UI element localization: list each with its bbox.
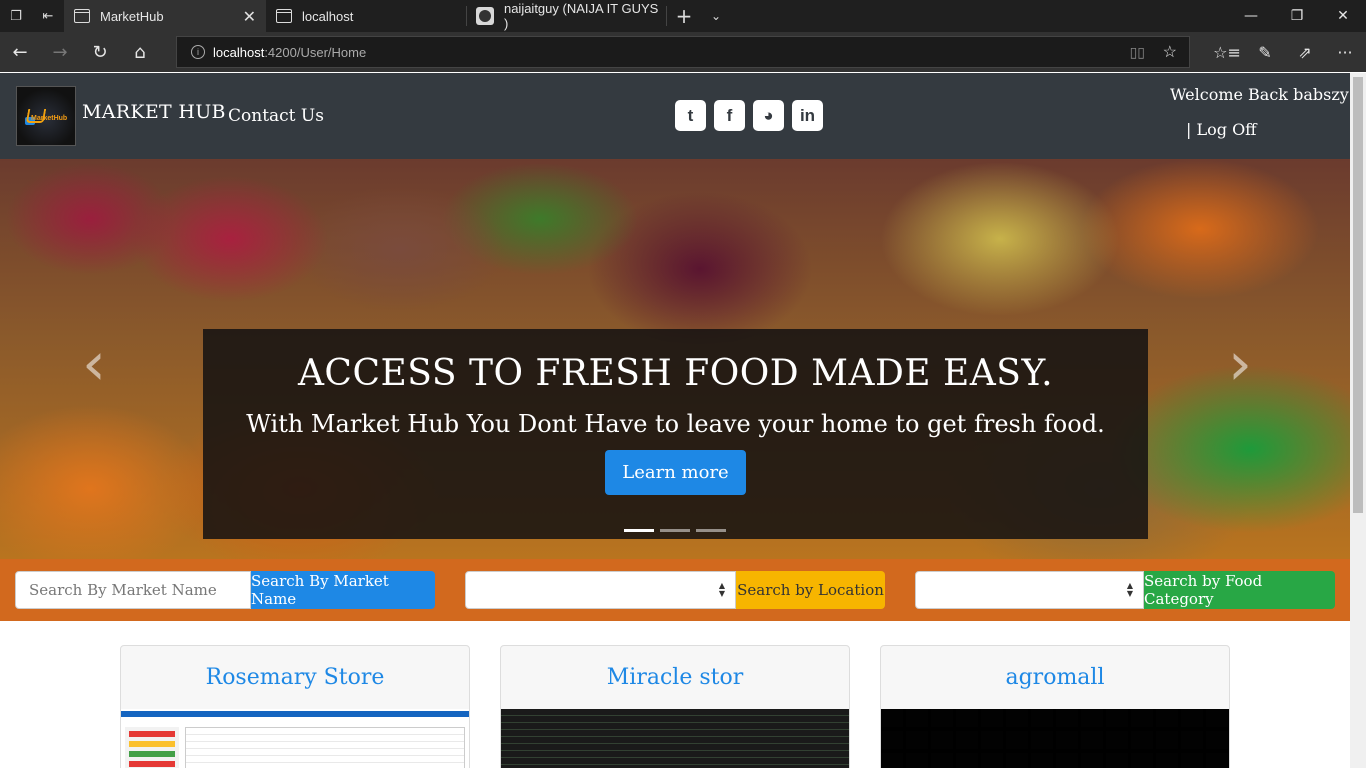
page-icon	[276, 9, 292, 23]
store-image	[501, 709, 849, 768]
new-tab-icon[interactable]: +	[668, 0, 700, 32]
github-favicon-icon	[476, 7, 494, 25]
address-bar[interactable]: i localhost:4200/User/Home ▯▯ ☆	[176, 36, 1190, 68]
set-tabs-aside-icon[interactable]: ⇤	[32, 0, 64, 32]
reading-view-icon[interactable]: ▯▯	[1130, 44, 1145, 61]
location-select[interactable]: ▲ ▼	[465, 571, 736, 609]
tab-title: naijaitguy (NAIJA IT GUYS )	[503, 1, 659, 31]
github-icon[interactable]: ◕	[753, 100, 784, 131]
select-arrows-icon: ▲ ▼	[1126, 581, 1133, 598]
share-icon[interactable]: ⇗	[1286, 36, 1324, 68]
minimize-icon[interactable]: —	[1228, 0, 1274, 32]
social-links: t f ◕ in	[675, 100, 823, 131]
site-navbar: MarketHub MARKET HUB Contact Us t f ◕ in…	[0, 73, 1350, 159]
url-path: :4200/User/Home	[264, 44, 367, 60]
browser-tab-bar: ❐ ⇤ MarketHub ✕ localhost naijaitguy (NA…	[0, 0, 1366, 32]
chevron-down-icon[interactable]: ⌄	[700, 0, 732, 32]
hero-carousel: ‹ › ACCESS TO FRESH FOOD MADE EASY. With…	[0, 159, 1350, 559]
carousel-indicator[interactable]	[624, 529, 654, 532]
category-search-group: ▲ ▼ Search by Food Category	[915, 571, 1335, 609]
tab-localhost[interactable]: localhost	[266, 0, 466, 32]
carousel-caption: ACCESS TO FRESH FOOD MADE EASY. With Mar…	[203, 329, 1148, 539]
page-viewport: MarketHub MARKET HUB Contact Us t f ◕ in…	[0, 73, 1350, 768]
store-image	[881, 709, 1229, 768]
refresh-icon[interactable]: ↻	[80, 36, 120, 68]
hero-heading: ACCESS TO FRESH FOOD MADE EASY.	[297, 353, 1054, 394]
select-arrows-icon: ▲ ▼	[718, 581, 725, 598]
tab-divider	[666, 6, 667, 26]
store-name[interactable]: Miracle stor	[501, 646, 849, 709]
food-category-select[interactable]: ▲ ▼	[915, 571, 1144, 609]
more-menu-icon[interactable]: ···	[1326, 36, 1364, 68]
close-tab-icon[interactable]: ✕	[243, 7, 256, 27]
page-icon	[74, 9, 90, 23]
favorite-star-icon[interactable]: ☆	[1163, 42, 1177, 62]
tab-title: MarketHub	[100, 8, 164, 24]
facebook-icon[interactable]: f	[714, 100, 745, 131]
contact-us-link[interactable]: Contact Us	[228, 106, 324, 126]
twitter-icon[interactable]: t	[675, 100, 706, 131]
markethub-logo[interactable]: MarketHub	[16, 86, 76, 146]
home-icon[interactable]: ⌂	[120, 36, 160, 68]
store-card[interactable]: agromall	[880, 645, 1230, 768]
favorites-hub-icon[interactable]: ☆≡	[1208, 36, 1246, 68]
url-host: localhost	[213, 44, 265, 60]
back-icon[interactable]: ←	[0, 36, 40, 68]
tab-markethub[interactable]: MarketHub ✕	[64, 0, 266, 32]
search-market-button[interactable]: Search By Market Name	[251, 571, 435, 609]
search-category-button[interactable]: Search by Food Category	[1144, 571, 1335, 609]
window-close-icon[interactable]: ✕	[1320, 0, 1366, 32]
learn-more-button[interactable]: Learn more	[605, 450, 746, 495]
store-card[interactable]: Miracle stor	[500, 645, 850, 768]
brand-link[interactable]: MARKET HUB	[82, 101, 226, 123]
tab-manager-icon[interactable]: ❐	[0, 0, 32, 32]
page-scrollbar[interactable]	[1350, 73, 1366, 768]
search-bar: Search By Market Name Search By Market N…	[0, 559, 1350, 621]
pen-notes-icon[interactable]: ✎	[1246, 36, 1284, 68]
forward-icon[interactable]: →	[40, 36, 80, 68]
site-info-icon[interactable]: i	[191, 45, 205, 59]
log-off-link[interactable]: | Log Off	[1186, 120, 1257, 139]
carousel-next-icon[interactable]: ›	[1228, 329, 1252, 399]
store-name[interactable]: Rosemary Store	[121, 646, 469, 709]
market-search-group: Search By Market Name Search By Market N…	[15, 571, 435, 609]
store-image	[121, 709, 469, 768]
scrollbar-thumb[interactable]	[1353, 77, 1363, 513]
carousel-indicator[interactable]	[696, 529, 726, 532]
carousel-indicators	[624, 529, 726, 532]
search-location-button[interactable]: Search by Location	[736, 571, 885, 609]
linkedin-icon[interactable]: in	[792, 100, 823, 131]
carousel-prev-icon[interactable]: ‹	[82, 329, 106, 399]
hero-subheading: With Market Hub You Dont Have to leave y…	[246, 410, 1105, 438]
tab-title: localhost	[302, 8, 354, 24]
store-name[interactable]: agromall	[881, 646, 1229, 709]
restore-icon[interactable]: ❐	[1274, 0, 1320, 32]
carousel-indicator[interactable]	[660, 529, 690, 532]
market-name-input[interactable]: Search By Market Name	[15, 571, 251, 609]
tab-github[interactable]: naijaitguy (NAIJA IT GUYS )	[466, 0, 666, 32]
store-card[interactable]: Rosemary Store	[120, 645, 470, 768]
location-search-group: ▲ ▼ Search by Location	[465, 571, 885, 609]
welcome-text: Welcome Back babszy	[1170, 85, 1349, 104]
